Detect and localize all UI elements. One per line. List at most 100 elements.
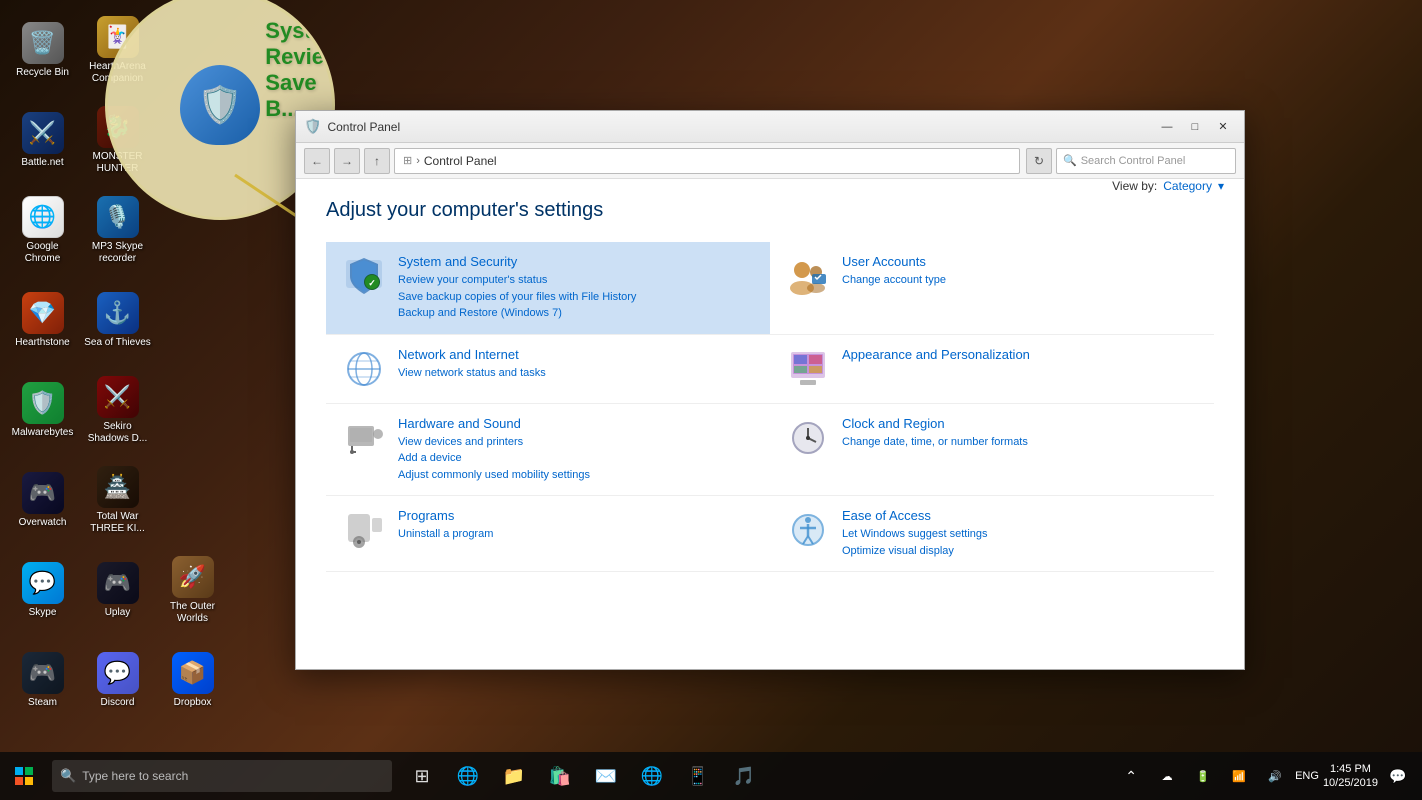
icon-battle-net[interactable]: ⚔️ Battle.net <box>5 95 80 185</box>
start-button[interactable] <box>0 752 48 800</box>
section-network-internet-content: Network and Internet View network status… <box>398 347 546 382</box>
tablet-mode-button[interactable]: 📱 <box>676 754 720 798</box>
section-user-accounts-title[interactable]: User Accounts <box>842 254 946 269</box>
chrome-taskbar-button[interactable]: 🌐 <box>630 754 674 798</box>
let-windows-suggest-link[interactable]: Let Windows suggest settings <box>842 526 988 543</box>
section-programs-title[interactable]: Programs <box>398 508 493 523</box>
network-icon[interactable]: 📶 <box>1223 760 1255 792</box>
network-internet-icon <box>342 347 386 391</box>
section-system-security-title[interactable]: System and Security <box>398 254 636 269</box>
icon-total-war[interactable]: 🏯 Total War THREE KI... <box>80 455 155 545</box>
search-box[interactable]: 🔍 Search Control Panel <box>1056 148 1236 174</box>
show-hidden-icons-button[interactable]: ⌃ <box>1115 760 1147 792</box>
review-computer-status-link[interactable]: Review your computer's status <box>398 272 636 289</box>
clock-region-icon <box>786 416 830 460</box>
viewby-chevron-icon[interactable]: ▾ <box>1218 179 1224 193</box>
section-user-accounts-content: User Accounts Change account type <box>842 254 946 289</box>
window-title-text: Control Panel <box>327 120 400 134</box>
section-appearance-content: Appearance and Personalization <box>842 347 1030 365</box>
section-hardware-sound[interactable]: Hardware and Sound View devices and prin… <box>326 404 770 497</box>
svg-text:✓: ✓ <box>368 278 376 288</box>
battery-icon[interactable]: 🔋 <box>1187 760 1219 792</box>
section-network-internet-title[interactable]: Network and Internet <box>398 347 546 362</box>
icon-skype[interactable]: 💬 Skype <box>5 545 80 635</box>
viewby-label: View by: <box>1112 179 1157 193</box>
taskbar-pinned-apps: ⊞ 🌐 📁 🛍️ ✉️ 🌐 📱 🎵 <box>400 754 766 798</box>
section-appearance-title[interactable]: Appearance and Personalization <box>842 347 1030 362</box>
clock-display[interactable]: 1:45 PM 10/25/2019 <box>1323 762 1378 791</box>
icon-hearthstone[interactable]: 💎 Hearthstone <box>5 275 80 365</box>
backup-restore-link[interactable]: Backup and Restore (Windows 7) <box>398 305 636 322</box>
taskbar-search-icon: 🔍 <box>60 768 76 784</box>
add-device-link[interactable]: Add a device <box>398 450 590 467</box>
section-programs[interactable]: Programs Uninstall a program <box>326 496 770 572</box>
section-ease-of-access-content: Ease of Access Let Windows suggest setti… <box>842 508 988 559</box>
icon-malwarebytes[interactable]: 🛡️ Malwarebytes <box>5 365 80 455</box>
appearance-icon <box>786 347 830 391</box>
clock-date: 10/25/2019 <box>1323 776 1378 790</box>
section-programs-content: Programs Uninstall a program <box>398 508 493 543</box>
language-indicator[interactable]: ENG <box>1295 770 1319 782</box>
task-view-button[interactable]: ⊞ <box>400 754 444 798</box>
hardware-sound-icon <box>342 416 386 460</box>
refresh-button[interactable]: ↻ <box>1026 148 1052 174</box>
icon-sea-of-thieves[interactable]: ⚓ Sea of Thieves <box>80 275 155 365</box>
icon-uplay[interactable]: 🎮 Uplay <box>80 545 155 635</box>
icon-dropbox[interactable]: 📦 Dropbox <box>155 635 230 725</box>
ease-of-access-icon <box>786 508 830 552</box>
close-button[interactable]: ✕ <box>1210 117 1236 137</box>
icon-overwatch[interactable]: 🎮 Overwatch <box>5 455 80 545</box>
change-account-type-link[interactable]: Change account type <box>842 272 946 289</box>
viewby-row: View by: Category ▾ <box>1112 179 1224 193</box>
section-ease-of-access[interactable]: Ease of Access Let Windows suggest setti… <box>770 496 1214 572</box>
section-system-security-content: System and Security Review your computer… <box>398 254 636 322</box>
edge-button[interactable]: 🌐 <box>446 754 490 798</box>
back-button[interactable]: ← <box>304 148 330 174</box>
cortana-button[interactable]: 🎵 <box>722 754 766 798</box>
window-content: Adjust your computer's settings ✓ System… <box>296 179 1244 669</box>
change-date-time-link[interactable]: Change date, time, or number formats <box>842 434 1028 451</box>
taskbar: 🔍 Type here to search ⊞ 🌐 📁 🛍️ ✉️ 🌐 📱 🎵 … <box>0 752 1422 800</box>
taskbar-search-bar[interactable]: 🔍 Type here to search <box>52 760 392 792</box>
view-network-status-link[interactable]: View network status and tasks <box>398 365 546 382</box>
view-devices-printers-link[interactable]: View devices and printers <box>398 434 590 451</box>
icon-sekiro[interactable]: ⚔️ Sekiro Shadows D... <box>80 365 155 455</box>
viewby-dropdown[interactable]: Category <box>1163 179 1212 193</box>
maximize-button[interactable]: □ <box>1182 117 1208 137</box>
address-breadcrumb: Control Panel <box>424 154 497 168</box>
address-bar[interactable]: ⊞ › Control Panel <box>394 148 1020 174</box>
explorer-button[interactable]: 📁 <box>492 754 536 798</box>
system-security-icon: ✓ <box>342 254 386 298</box>
up-button[interactable]: ↑ <box>364 148 390 174</box>
adjust-mobility-link[interactable]: Adjust commonly used mobility settings <box>398 467 590 484</box>
icon-recycle-bin[interactable]: 🗑️ Recycle Bin <box>5 5 80 95</box>
section-system-security[interactable]: ✓ System and Security Review your comput… <box>326 242 770 335</box>
onedrive-icon[interactable]: ☁ <box>1151 760 1183 792</box>
section-user-accounts[interactable]: User Accounts Change account type <box>770 242 1214 335</box>
section-clock-region-title[interactable]: Clock and Region <box>842 416 1028 431</box>
icon-discord[interactable]: 💬 Discord <box>80 635 155 725</box>
action-center-button[interactable]: 💬 <box>1382 760 1414 792</box>
uninstall-program-link[interactable]: Uninstall a program <box>398 526 493 543</box>
mail-button[interactable]: ✉️ <box>584 754 628 798</box>
windows-logo-icon <box>15 767 33 785</box>
icon-outer-worlds[interactable]: 🚀 The Outer Worlds <box>155 545 230 635</box>
optimize-visual-display-link[interactable]: Optimize visual display <box>842 543 988 560</box>
section-ease-of-access-title[interactable]: Ease of Access <box>842 508 988 523</box>
section-hardware-sound-content: Hardware and Sound View devices and prin… <box>398 416 590 484</box>
forward-button[interactable]: → <box>334 148 360 174</box>
section-appearance[interactable]: Appearance and Personalization <box>770 335 1214 404</box>
volume-icon[interactable]: 🔊 <box>1259 760 1291 792</box>
section-network-internet[interactable]: Network and Internet View network status… <box>326 335 770 404</box>
system-tray-icons: ⌃ ☁ 🔋 📶 🔊 ENG <box>1115 760 1319 792</box>
window-title-area: 🛡️ Control Panel <box>304 118 400 135</box>
section-clock-region[interactable]: Clock and Region Change date, time, or n… <box>770 404 1214 497</box>
programs-icon <box>342 508 386 552</box>
control-panel-window: 🛡️ Control Panel — □ ✕ ← → ↑ ⊞ › Control… <box>295 110 1245 670</box>
section-hardware-sound-title[interactable]: Hardware and Sound <box>398 416 590 431</box>
minimize-button[interactable]: — <box>1154 117 1180 137</box>
backup-file-history-link[interactable]: Save backup copies of your files with Fi… <box>398 289 636 306</box>
icon-google-chrome[interactable]: 🌐 Google Chrome <box>5 185 80 275</box>
icon-steam[interactable]: 🎮 Steam <box>5 635 80 725</box>
store-button[interactable]: 🛍️ <box>538 754 582 798</box>
